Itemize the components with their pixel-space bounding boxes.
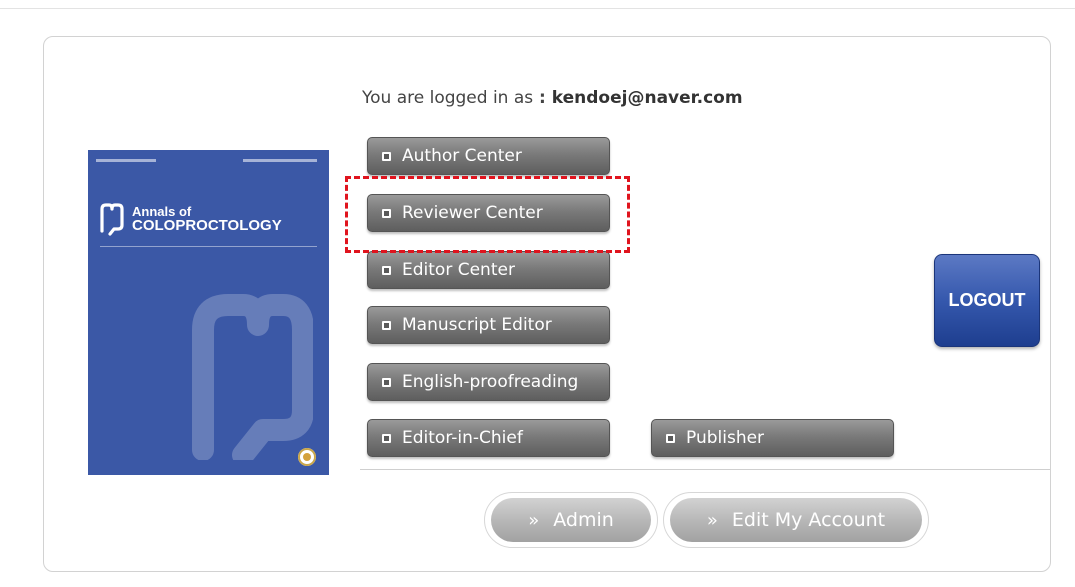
publisher-button[interactable]: Publisher [651,419,894,457]
double-chevron-icon: » [528,509,540,531]
editor-center-button[interactable]: Editor Center [367,251,610,289]
bullet-icon [382,433,391,443]
bullet-icon [382,377,391,387]
logged-in-email: kendoej@naver.com [551,88,743,108]
journal-logo-icon [100,203,124,236]
manuscript-editor-button[interactable]: Manuscript Editor [367,306,610,344]
edit-account-button-frame: » Edit My Account [663,492,929,548]
bullet-icon [382,151,391,161]
cover-title-line2: COLOPROCTOLOGY [132,217,282,234]
editor-in-chief-button[interactable]: Editor-in-Chief [367,419,610,457]
cover-header-strip [88,159,329,165]
logout-button[interactable]: LOGOUT [934,254,1040,347]
logged-in-prefix: You are logged in as [362,88,534,108]
top-divider [0,8,1075,9]
journal-cover: Annals of COLOPROCTOLOGY [88,150,329,475]
edit-my-account-button[interactable]: » Edit My Account [670,498,922,542]
bullet-icon [666,433,675,443]
admin-button[interactable]: » Admin [491,498,651,542]
reviewer-center-highlight [345,176,630,253]
bullet-icon [382,320,391,330]
logged-in-status: You are logged in as : kendoej@naver.com [362,88,743,108]
section-divider [360,469,1050,470]
admin-button-frame: » Admin [484,492,658,548]
double-chevron-icon: » [706,509,718,531]
author-center-button[interactable]: Author Center [367,137,610,175]
english-proofreading-button[interactable]: English-proofreading [367,363,610,401]
cover-seal-icon [298,448,316,466]
colon-watermark-icon [192,294,313,460]
bullet-icon [382,265,391,275]
